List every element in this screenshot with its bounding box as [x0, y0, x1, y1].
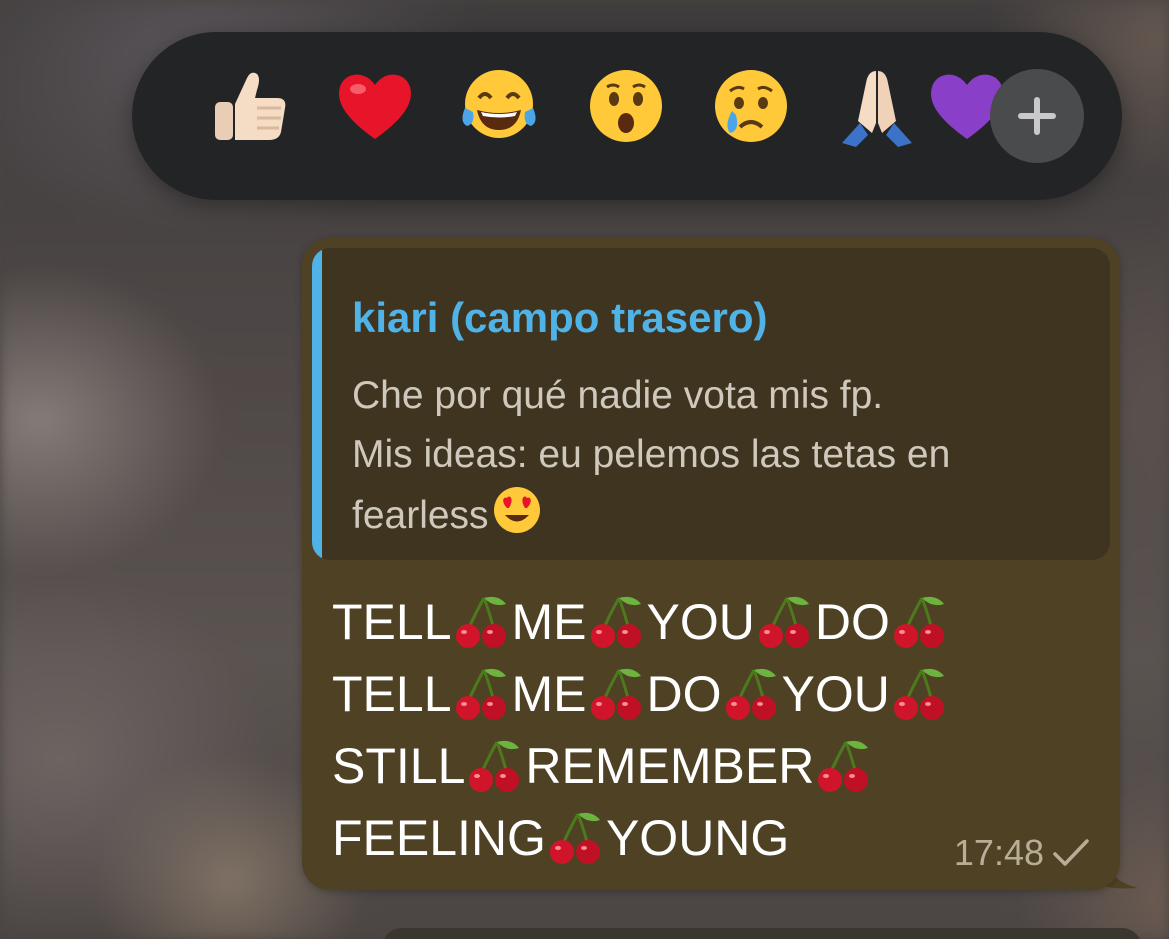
- message-word: FEELING: [332, 809, 546, 866]
- message-bubble[interactable]: kiari (campo trasero) Che por qué nadie …: [302, 238, 1120, 890]
- cherry-emoji-icon: [725, 668, 776, 720]
- quote-line: Che por qué nadie vota mis fp.: [352, 374, 884, 417]
- message-line: STILL REMEMBER: [332, 726, 950, 798]
- reply-quote[interactable]: kiari (campo trasero) Che por qué nadie …: [312, 248, 1110, 560]
- heart-eyes-emoji-icon: [493, 487, 540, 533]
- message-text: TELL ME YOU DO TELL ME DO YOU STILL REMEMBER FEELI…: [332, 582, 950, 870]
- reaction-picker: [132, 32, 1122, 200]
- message-word: ME: [511, 665, 587, 722]
- message-time: 17:48: [953, 832, 1044, 873]
- next-message-bubble-edge: [382, 928, 1142, 939]
- cherry-emoji-icon: [893, 596, 944, 648]
- message-word: TELL: [332, 593, 452, 650]
- thumbs-up-icon: [215, 72, 286, 140]
- cherry-emoji-icon: [590, 596, 641, 648]
- reaction-pray-button[interactable]: [832, 61, 922, 151]
- crying-face-icon: [715, 70, 787, 142]
- cherry-emoji-icon: [590, 668, 641, 720]
- quote-text: Che por qué nadie vota mis fp. Mis ideas…: [352, 366, 1110, 545]
- plus-icon: [1018, 97, 1056, 135]
- tears-of-joy-icon: [462, 70, 536, 138]
- cherry-emoji-icon: [455, 668, 506, 720]
- message-word: YOU: [646, 593, 755, 650]
- reaction-crying-button[interactable]: [706, 61, 796, 151]
- message-word: ME: [511, 593, 587, 650]
- sent-check-icon: [1053, 839, 1089, 866]
- cherry-emoji-icon: [469, 740, 520, 792]
- reaction-laughing-button[interactable]: [454, 61, 544, 151]
- reaction-thumbs-up-button[interactable]: [204, 61, 294, 151]
- quote-line-text: fearless: [352, 494, 489, 537]
- message-word: YOU: [781, 665, 890, 722]
- quote-author: kiari (campo trasero): [352, 294, 768, 341]
- message-word: REMEMBER: [525, 737, 815, 794]
- message-line: FEELING YOUNG: [332, 798, 950, 870]
- reaction-surprised-button[interactable]: [581, 61, 671, 151]
- quote-accent-bar: [312, 248, 322, 560]
- message-word: DO: [646, 665, 722, 722]
- cherry-emoji-icon: [818, 740, 869, 792]
- quote-line: fearless: [352, 484, 1110, 545]
- cherry-emoji-icon: [549, 812, 600, 864]
- message-line: TELL ME DO YOU: [332, 654, 950, 726]
- cherry-emoji-icon: [758, 596, 809, 648]
- message-word: YOUNG: [605, 809, 790, 866]
- cherry-emoji-icon: [455, 596, 506, 648]
- message-meta: 17:48: [954, 832, 1090, 874]
- folded-hands-icon: [842, 71, 912, 147]
- reaction-heart-button[interactable]: [330, 61, 420, 151]
- red-heart-icon: [339, 74, 411, 139]
- message-word: STILL: [332, 737, 466, 794]
- more-reactions-button[interactable]: [990, 69, 1084, 163]
- message-word: DO: [814, 593, 890, 650]
- message-line: TELL ME YOU DO: [332, 582, 950, 654]
- cherry-emoji-icon: [893, 668, 944, 720]
- quote-line: Mis ideas: eu pelemos las tetas en: [352, 433, 951, 476]
- message-word: TELL: [332, 665, 452, 722]
- surprised-face-icon: [590, 70, 662, 142]
